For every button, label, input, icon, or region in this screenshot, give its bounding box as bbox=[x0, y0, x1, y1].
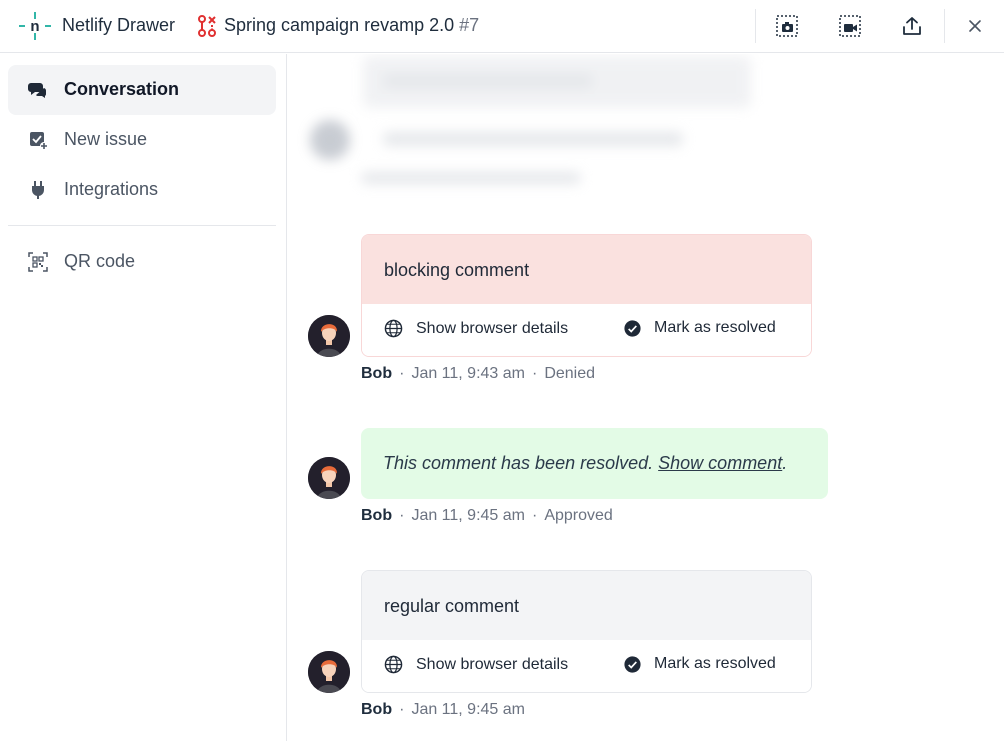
blurred-previous-comment bbox=[288, 54, 1004, 204]
show-browser-details-button[interactable]: Show browser details bbox=[384, 655, 568, 674]
record-video-button[interactable] bbox=[834, 11, 866, 41]
comment-author: Bob bbox=[361, 701, 393, 718]
conversation-panel: blocking comment Show browser details Ma… bbox=[288, 54, 1004, 741]
mark-as-resolved-button[interactable]: Mark as resolved bbox=[624, 655, 776, 673]
close-button[interactable] bbox=[959, 11, 991, 41]
share-button[interactable] bbox=[896, 11, 928, 41]
comment-resolved-notice: This comment has been resolved. Show com… bbox=[361, 428, 828, 499]
screenshot-icon bbox=[776, 15, 798, 37]
comment-time: Jan 11, 9:45 am bbox=[411, 507, 525, 524]
blurred-avatar bbox=[310, 120, 350, 160]
comment-text: regular comment bbox=[362, 571, 811, 640]
blurred-line bbox=[361, 172, 581, 184]
blurred-line bbox=[383, 132, 683, 146]
record-video-icon bbox=[839, 15, 861, 37]
sidebar-item-conversation[interactable]: Conversation bbox=[8, 65, 276, 115]
blurred-line bbox=[383, 74, 593, 88]
sidebar-item-integrations[interactable]: Integrations bbox=[8, 165, 276, 215]
chat-bubbles-icon bbox=[28, 83, 47, 98]
mark-as-resolved-button[interactable]: Mark as resolved bbox=[624, 319, 776, 337]
avatar bbox=[308, 315, 350, 357]
sidebar-item-label: QR code bbox=[64, 251, 136, 271]
avatar-image bbox=[308, 457, 350, 499]
app-title: Netlify Drawer bbox=[62, 15, 176, 35]
comment-time: Jan 11, 9:43 am bbox=[411, 365, 525, 382]
avatar-image bbox=[308, 651, 350, 693]
globe-icon bbox=[384, 319, 403, 338]
header-divider bbox=[944, 9, 945, 43]
sidebar-item-label: Integrations bbox=[64, 179, 159, 199]
merge-request-icon bbox=[198, 15, 216, 37]
qr-code-icon bbox=[28, 252, 48, 272]
comment-footer: Show browser details Mark as resolved bbox=[362, 640, 811, 692]
check-circle-icon bbox=[624, 319, 641, 337]
show-comment-link[interactable]: Show comment bbox=[658, 453, 782, 473]
sidebar-item-label: Conversation bbox=[64, 79, 180, 99]
comment-card-blocking: blocking comment Show browser details Ma… bbox=[361, 234, 812, 357]
globe-icon bbox=[384, 655, 403, 674]
comment-card-regular: regular comment Show browser details Mar… bbox=[361, 570, 812, 693]
plug-icon bbox=[32, 181, 44, 199]
new-issue-icon bbox=[30, 132, 48, 150]
sidebar-divider bbox=[8, 225, 276, 226]
show-browser-details-button[interactable]: Show browser details bbox=[384, 319, 568, 338]
comment-status: Denied bbox=[544, 365, 596, 382]
check-circle-icon bbox=[624, 655, 641, 673]
avatar bbox=[308, 457, 350, 499]
comment-meta: Bob · Jan 11, 9:43 am · Denied bbox=[361, 365, 596, 382]
screenshot-button[interactable] bbox=[771, 11, 803, 41]
svg-text:n: n bbox=[30, 18, 39, 35]
comment-author: Bob bbox=[361, 507, 393, 524]
comment-author: Bob bbox=[361, 365, 393, 382]
header-divider bbox=[755, 9, 756, 43]
sidebar-item-qr-code[interactable]: QR code bbox=[8, 237, 276, 287]
close-icon bbox=[969, 20, 981, 32]
sidebar-item-label: New issue bbox=[64, 129, 148, 149]
netlify-logo-icon: n bbox=[19, 12, 51, 40]
comment-meta: Bob · Jan 11, 9:45 am · Approved bbox=[361, 507, 613, 524]
comment-time: Jan 11, 9:45 am bbox=[411, 701, 525, 718]
sidebar-item-new-issue[interactable]: New issue bbox=[8, 115, 276, 165]
merge-request-number: #7 bbox=[459, 15, 480, 35]
share-icon bbox=[903, 17, 921, 35]
comment-footer: Show browser details Mark as resolved bbox=[362, 304, 811, 356]
comment-meta: Bob · Jan 11, 9:45 am bbox=[361, 701, 525, 718]
comment-text: blocking comment bbox=[362, 235, 811, 304]
avatar-image bbox=[308, 315, 350, 357]
header-bar: n Netlify Drawer Spring campaign revamp … bbox=[0, 0, 1004, 53]
comment-status: Approved bbox=[544, 507, 613, 524]
avatar bbox=[308, 651, 350, 693]
merge-request-title: Spring campaign revamp 2.0 #7 bbox=[224, 15, 480, 35]
sidebar: Conversation New issue Integrations QR c… bbox=[0, 54, 287, 741]
